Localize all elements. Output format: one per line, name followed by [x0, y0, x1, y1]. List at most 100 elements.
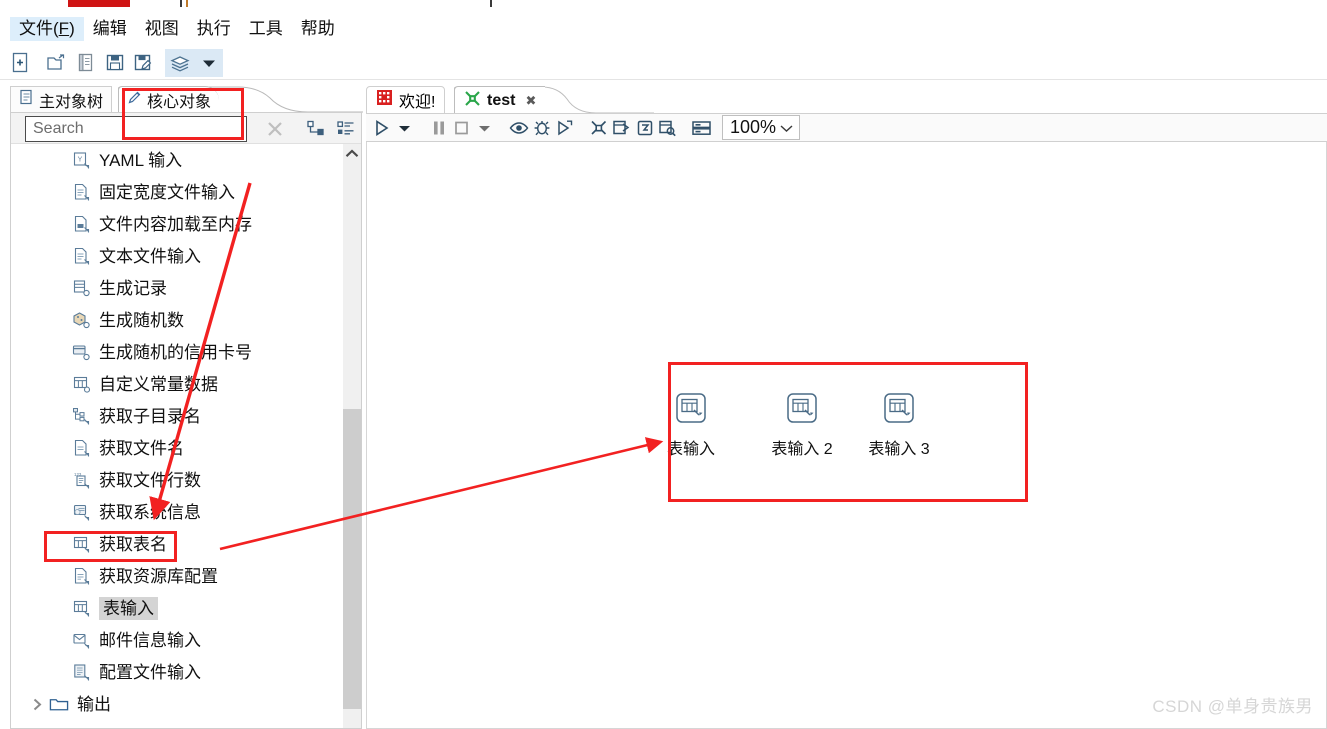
canvas-step-node[interactable]: 表输入 2: [754, 388, 850, 459]
explorer-icon[interactable]: [71, 49, 100, 77]
tree-folder-row[interactable]: 输出: [11, 688, 327, 720]
tree-item-row[interactable]: 获取表名: [11, 528, 327, 560]
run-dropdown-icon[interactable]: [393, 115, 416, 141]
menu-item-run-label: 执行: [196, 18, 231, 38]
search-input[interactable]: Search: [25, 116, 247, 142]
tab-main-object-tree[interactable]: 主对象树: [10, 86, 113, 113]
tree-item-row[interactable]: 生成记录: [11, 272, 327, 304]
get-system-info-icon: [71, 502, 91, 522]
tree-item-label: 获取表名: [99, 534, 167, 554]
save-as-icon[interactable]: [129, 49, 158, 77]
tree-item-label: 邮件信息输入: [99, 630, 201, 650]
canvas-step-label: 表输入 3: [868, 441, 930, 458]
window-title-bar-sliver: [0, 0, 1327, 13]
menu-item-tools[interactable]: 工具: [240, 17, 292, 41]
document-tree-icon: [19, 89, 34, 110]
tree-item-row[interactable]: 文本文件输入: [11, 240, 327, 272]
transformation-icon: [464, 90, 481, 112]
debug-icon[interactable]: [530, 115, 553, 141]
stop-icon[interactable]: [450, 115, 473, 141]
stop-dropdown-icon[interactable]: [473, 115, 496, 141]
expand-tree-icon[interactable]: [307, 120, 325, 142]
grid-view-icon[interactable]: [690, 115, 713, 141]
tree-item-row[interactable]: 获取资源库配置: [11, 560, 327, 592]
chevron-down-icon[interactable]: [194, 48, 223, 77]
menu-item-help-label: 帮助: [300, 18, 335, 38]
tree-item-label: 文件内容加载至内存: [99, 214, 252, 234]
tree-item-row[interactable]: 生成随机数: [11, 304, 327, 336]
editor-tab-row: 欢迎! test ✖: [366, 86, 1327, 114]
tree-item-row[interactable]: 123 获取文件行数: [11, 464, 327, 496]
db-explore-icon[interactable]: [656, 115, 679, 141]
tree-item-row[interactable]: 获取文件名: [11, 432, 327, 464]
tree-item-row[interactable]: 邮件信息输入: [11, 624, 327, 656]
window-logo-chip: [68, 0, 130, 7]
palette-tree[interactable]: Y YAML 输入 固定宽度文件输入文件内容加载至内存 文本文件输入 生成记录生成随机数…: [11, 144, 361, 728]
table-input-icon: [754, 388, 850, 428]
replay-icon[interactable]: [553, 115, 576, 141]
menu-item-run[interactable]: 执行: [188, 17, 240, 41]
chevron-right-icon[interactable]: [29, 698, 45, 711]
tree-item-label: 获取文件名: [99, 438, 184, 458]
title-glyph-3: [490, 0, 492, 7]
scroll-up-icon[interactable]: [343, 144, 361, 163]
tree-item-row[interactable]: 文件内容加载至内存: [11, 208, 327, 240]
tree-item-row[interactable]: 配置文件输入: [11, 656, 327, 688]
canvas-step-label: 表输入 2: [771, 441, 833, 458]
close-icon[interactable]: [264, 119, 286, 139]
collapse-tree-icon[interactable]: [337, 120, 355, 142]
close-icon[interactable]: ✖: [525, 93, 536, 109]
tree-item-label: 文本文件输入: [99, 246, 201, 266]
get-subfolder-names-icon: [71, 406, 91, 426]
toolbar-separator-2: [158, 49, 165, 77]
preview-icon[interactable]: [507, 115, 530, 141]
pause-icon[interactable]: [427, 115, 450, 141]
menu-item-view[interactable]: 视图: [136, 17, 188, 41]
tab-transformation-test-label: test: [487, 91, 516, 109]
tab-core-objects[interactable]: 核心对象: [118, 86, 220, 113]
palette-body: Search Y YAML 输入 固定宽度文件输入 文件内容加载至内存 文本文件输入 生成…: [10, 112, 362, 729]
tree-folder-row[interactable]: Streaming: [11, 720, 327, 729]
tree-item-row[interactable]: 生成随机的信用卡号: [11, 336, 327, 368]
tree-item-row[interactable]: 获取系统信息: [11, 496, 327, 528]
run-icon[interactable]: [370, 115, 393, 141]
tree-item-label: 获取子目录名: [99, 406, 201, 426]
tab-welcome[interactable]: 欢迎!: [366, 86, 446, 114]
random-credit-card-icon: [71, 342, 91, 362]
canvas-step-node[interactable]: 表输入: [643, 388, 739, 459]
table-input-icon: [851, 388, 947, 428]
step-metrics-icon[interactable]: [610, 115, 633, 141]
menu-item-edit[interactable]: 编辑: [84, 17, 136, 41]
text-file-input-icon: [71, 246, 91, 266]
zoom-level-value: 100%: [730, 117, 777, 137]
transformation-icon[interactable]: [587, 115, 610, 141]
zoom-level-select[interactable]: 100%: [722, 115, 800, 140]
transformation-canvas[interactable]: 表输入 表输入 2 表输入 3: [366, 142, 1327, 729]
layers-icon[interactable]: [165, 48, 194, 77]
tree-item-row[interactable]: 自定义常量数据: [11, 368, 327, 400]
palette-scrollbar[interactable]: [343, 144, 361, 728]
get-file-names-icon: [71, 438, 91, 458]
yaml-input-icon: Y: [71, 150, 91, 170]
menu-bar: 文件(F) 编辑 视图 执行 工具 帮助: [0, 13, 1327, 44]
title-glyph-2: [186, 0, 188, 7]
menu-item-help[interactable]: 帮助: [292, 17, 344, 41]
save-icon[interactable]: [100, 49, 129, 77]
table-input-icon: [71, 598, 91, 618]
open-file-icon[interactable]: [42, 49, 71, 77]
menu-item-file[interactable]: 文件(F): [10, 16, 84, 41]
canvas-step-node[interactable]: 表输入 3: [851, 388, 947, 459]
tree-item-label: 生成随机数: [99, 310, 184, 330]
tree-item-label: 生成记录: [99, 278, 167, 298]
get-repository-config-icon: [71, 566, 91, 586]
execution-results-icon[interactable]: [633, 115, 656, 141]
tree-item-row[interactable]: 固定宽度文件输入: [11, 176, 327, 208]
tree-item-label: 获取资源库配置: [99, 566, 218, 586]
tree-item-row[interactable]: Y YAML 输入: [11, 144, 327, 176]
tab-transformation-test[interactable]: test ✖: [454, 86, 546, 114]
tree-item-row[interactable]: 表输入: [11, 592, 327, 624]
tree-item-row[interactable]: 获取子目录名: [11, 400, 327, 432]
search-placeholder-text: Search: [33, 120, 84, 137]
scrollbar-thumb[interactable]: [343, 409, 361, 709]
new-file-icon[interactable]: [6, 49, 35, 77]
